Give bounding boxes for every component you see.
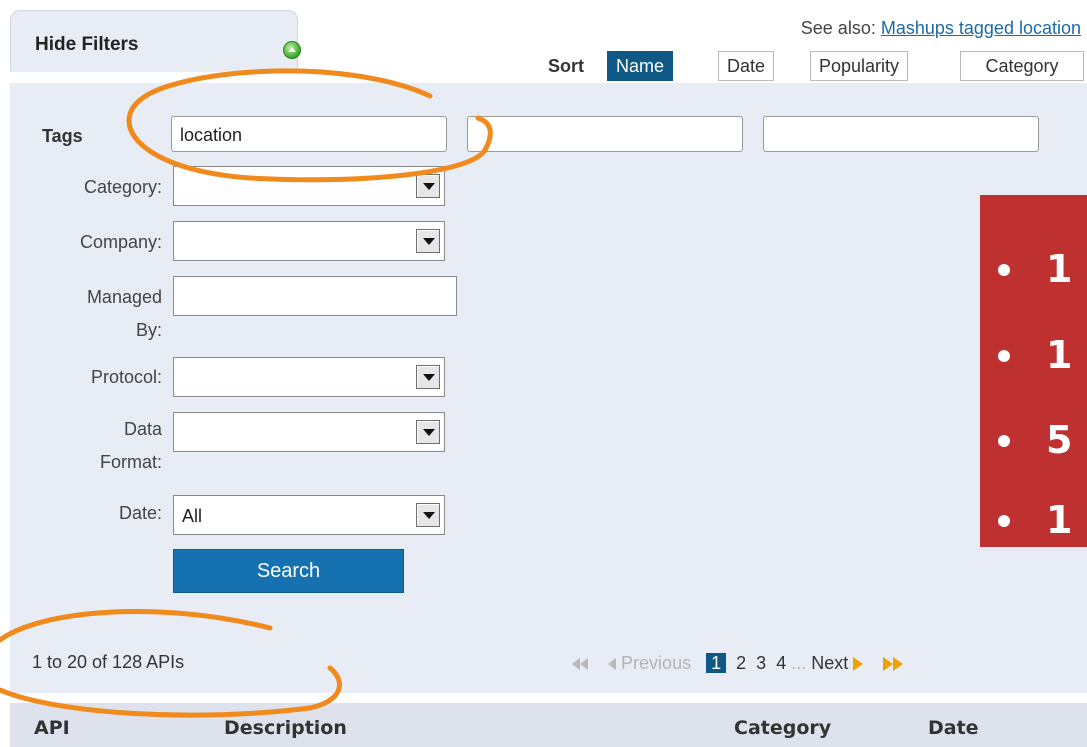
sort-category-button[interactable]: Category xyxy=(960,51,1084,81)
see-also-prefix: See also: xyxy=(800,18,876,38)
previous-link[interactable]: Previous xyxy=(608,653,696,673)
first-page-icon[interactable] xyxy=(572,653,593,673)
column-description[interactable]: Description xyxy=(224,717,347,739)
chevron-down-icon xyxy=(416,229,440,253)
collapse-up-icon[interactable] xyxy=(283,41,301,59)
category-label: Category: xyxy=(83,177,162,197)
previous-label: Previous xyxy=(621,653,692,673)
sort-date-button[interactable]: Date xyxy=(718,51,775,81)
page-2-link[interactable]: 2 xyxy=(736,653,746,673)
overlay-bullet: 1 xyxy=(998,335,1072,375)
next-label: Next xyxy=(811,653,849,673)
company-label: Company: xyxy=(79,232,162,252)
pager-ellipsis: ... xyxy=(791,653,807,673)
managed-by-input[interactable] xyxy=(173,276,457,316)
results-table-header: API Description Category Date xyxy=(10,703,1087,747)
hide-filters-label: Hide Filters xyxy=(35,34,139,55)
date-select[interactable]: All xyxy=(173,495,445,535)
data-format-select[interactable] xyxy=(173,412,445,452)
data-format-label-line1: Data xyxy=(123,419,162,439)
column-api[interactable]: API xyxy=(34,717,70,739)
data-format-label-line2: Format: xyxy=(99,452,162,472)
tags-label: Tags xyxy=(42,126,83,146)
page-4-link[interactable]: 4 xyxy=(776,653,786,673)
see-also: See also: Mashups tagged location xyxy=(801,18,1081,39)
hide-filters-tab[interactable]: Hide Filters xyxy=(10,10,301,72)
last-page-icon[interactable] xyxy=(883,653,904,673)
next-arrow-icon xyxy=(853,657,864,672)
protocol-label: Protocol: xyxy=(90,367,162,387)
mashups-link[interactable]: Mashups tagged location xyxy=(881,18,1081,38)
chevron-down-icon xyxy=(416,365,440,389)
chevron-down-icon xyxy=(416,420,440,444)
overlay-bullet: 5 xyxy=(998,420,1072,460)
next-link[interactable]: Next xyxy=(811,653,868,673)
chevron-down-icon xyxy=(416,174,440,198)
sort-name-button[interactable]: Name xyxy=(607,51,674,81)
overlay-bullet-box: 1 1 5 1 xyxy=(980,195,1087,547)
page-1-link[interactable]: 1 xyxy=(706,653,727,673)
tag-input-1[interactable]: location xyxy=(171,116,447,152)
sort-label: Sort xyxy=(548,56,584,76)
managed-by-label-line1: Managed xyxy=(86,287,162,307)
results-count: 1 to 20 of 128 APIs xyxy=(32,652,185,672)
pager: Previous 1 2 3 4 ... Next xyxy=(572,648,904,678)
date-select-value: All xyxy=(182,506,203,526)
chevron-down-icon xyxy=(416,503,440,527)
date-label: Date: xyxy=(118,503,162,523)
company-select[interactable] xyxy=(173,221,445,261)
tag-input-3[interactable] xyxy=(763,116,1039,152)
column-category[interactable]: Category xyxy=(734,717,831,739)
search-button[interactable]: Search xyxy=(173,549,404,593)
category-select[interactable] xyxy=(173,166,445,206)
sort-popularity-button[interactable]: Popularity xyxy=(810,51,909,81)
tag-input-2[interactable] xyxy=(467,116,743,152)
previous-arrow-icon xyxy=(608,658,617,671)
managed-by-label-line2: By: xyxy=(135,320,162,340)
overlay-bullet: 1 xyxy=(998,500,1072,540)
column-date[interactable]: Date xyxy=(928,717,979,739)
filter-panel xyxy=(10,83,1087,693)
protocol-select[interactable] xyxy=(173,357,445,397)
overlay-bullet: 1 xyxy=(998,249,1072,289)
page-3-link[interactable]: 3 xyxy=(756,653,766,673)
